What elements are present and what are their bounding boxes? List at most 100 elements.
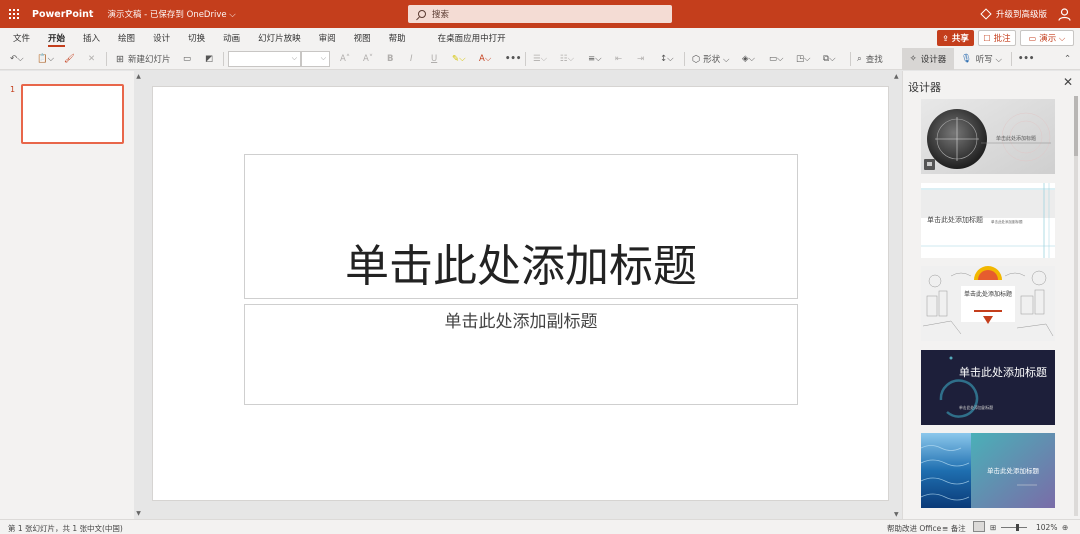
share-icon: ⇪ — [942, 33, 949, 43]
clear-icon[interactable]: ✕ — [88, 51, 95, 67]
share-button[interactable]: ⇪ 共享 — [937, 30, 974, 46]
close-icon[interactable]: ✕ — [1063, 75, 1073, 89]
design-idea-sketch[interactable]: 单击此处添加标题 — [921, 266, 1055, 341]
document-name[interactable]: 演示文稿 - 已保存到 OneDrive ⌵ — [107, 8, 235, 20]
designer-pane: 设计器 ✕ 单击此处添加标题 单击此处添加标题 单击此处添加副标题 单击此处添加… — [902, 71, 1080, 519]
decrease-indent-button[interactable]: ⇤ — [615, 51, 622, 67]
notes-label: 备注 — [950, 524, 966, 533]
font-size-select[interactable]: ⌵ — [301, 51, 330, 67]
scroll-down-icon[interactable]: ▼ — [894, 511, 899, 518]
tab-animations[interactable]: 动画 — [214, 28, 249, 48]
designer-scrollbar[interactable] — [1074, 96, 1078, 516]
line-spacing-button[interactable]: ↕⌵ — [660, 51, 674, 67]
collapse-ribbon-icon[interactable]: ⌃ — [1064, 51, 1071, 67]
shape-outline-button[interactable]: ▭⌵ — [769, 51, 783, 67]
notes-icon: ≡ — [942, 524, 949, 533]
sorter-view-icon[interactable]: ⊞ — [990, 523, 996, 532]
shapes-label: 形状 ⌵ — [703, 55, 730, 65]
tab-review[interactable]: 审阅 — [310, 28, 345, 48]
slide-thumbnail-pane: 1 — [0, 71, 146, 519]
more-font-options-button[interactable]: ••• — [505, 51, 521, 67]
fit-slide-icon[interactable]: ⊕ — [1062, 523, 1068, 532]
align-button[interactable]: ≡⌵ — [588, 51, 602, 67]
bullets-button[interactable]: ☰⌵ — [533, 51, 547, 67]
layout-icon[interactable]: ▭ — [183, 51, 191, 67]
underline-button[interactable]: U — [431, 51, 437, 67]
highlight-button[interactable]: ✎⌵ — [452, 51, 466, 67]
zoom-slider[interactable] — [1001, 527, 1027, 528]
more-commands-button[interactable]: ••• — [1018, 51, 1034, 67]
canvas-scrollbar[interactable]: ▲ ▼ — [894, 73, 900, 518]
bold-button[interactable]: B — [387, 51, 393, 67]
tab-insert[interactable]: 插入 — [74, 28, 109, 48]
designer-pane-title: 设计器 — [908, 81, 941, 94]
title-placeholder[interactable]: 单击此处添加标题 — [244, 154, 798, 299]
upgrade-button[interactable]: 升级到高级版 — [980, 0, 1048, 28]
font-family-select[interactable]: ⌵ — [228, 51, 301, 67]
open-in-desktop-link[interactable]: 在桌面应用中打开 — [429, 28, 515, 48]
shape-effects-button[interactable]: ◳⌵ — [796, 51, 810, 67]
design-idea-water[interactable]: 单击此处添加标题 — [921, 433, 1055, 508]
design-idea-dark-navy[interactable]: 单击此处添加标题 单击此处添加副标题 — [921, 350, 1055, 425]
normal-view-icon[interactable] — [973, 521, 985, 532]
title-placeholder-text: 单击此处添加标题 — [345, 241, 697, 292]
shapes-icon: ⬡ — [692, 53, 701, 65]
search-placeholder: 搜索 — [432, 10, 450, 20]
comment-icon: ☐ — [983, 33, 991, 43]
card-title: 单击此处添加标题 — [927, 215, 983, 224]
card-title: 单击此处添加标题 — [987, 466, 1040, 475]
card-title: 单击此处添加标题 — [964, 290, 1012, 298]
italic-button[interactable]: I — [410, 51, 413, 67]
scroll-up-icon[interactable]: ▲ — [894, 73, 899, 80]
dictate-button[interactable]: 🎙 听写 ⌵ — [961, 51, 1002, 67]
tab-home[interactable]: 开始 — [39, 28, 74, 48]
zoom-slider-knob[interactable] — [1016, 524, 1019, 531]
tab-view[interactable]: 视图 — [345, 28, 380, 48]
user-account-icon[interactable] — [1058, 8, 1071, 21]
tab-file[interactable]: 文件 — [4, 28, 39, 48]
feedback-link[interactable]: 帮助改进 Office — [887, 523, 941, 534]
tab-transitions[interactable]: 切换 — [179, 28, 214, 48]
design-idea-compass[interactable]: 单击此处添加标题 — [921, 99, 1055, 174]
tab-slideshow[interactable]: 幻灯片放映 — [249, 28, 310, 48]
format-painter-icon[interactable]: 🖌 — [64, 51, 75, 67]
subtitle-placeholder-text: 单击此处添加副标题 — [444, 312, 598, 332]
tab-design[interactable]: 设计 — [144, 28, 179, 48]
comments-button[interactable]: ☐ 批注 — [978, 30, 1016, 46]
notes-button[interactable]: ≡ 备注 — [942, 523, 966, 534]
increase-indent-button[interactable]: ⇥ — [637, 51, 644, 67]
shapes-button[interactable]: ⬡ 形状 ⌵ — [692, 51, 729, 67]
grow-font-button[interactable]: A˄ — [340, 51, 350, 67]
reset-slide-icon[interactable]: ◩ — [205, 51, 213, 67]
designer-wand-icon: ✧ — [909, 54, 917, 64]
shrink-font-button[interactable]: A˅ — [363, 51, 373, 67]
diamond-icon — [980, 8, 992, 20]
present-icon: ▭ — [1028, 33, 1037, 43]
subtitle-placeholder[interactable]: 单击此处添加副标题 — [244, 304, 798, 405]
microphone-icon: 🎙 — [961, 54, 972, 64]
find-button[interactable]: ⌕ 查找 — [857, 51, 883, 67]
thumb-scroll-up-icon[interactable]: ▲ — [135, 73, 142, 80]
paste-button[interactable]: 📋⌵ — [37, 51, 54, 67]
arrange-button[interactable]: ⧉⌵ — [823, 51, 836, 67]
present-button[interactable]: ▭ 演示 ⌵ — [1020, 30, 1074, 46]
new-slide-icon: ⊞ — [116, 53, 124, 65]
font-color-button[interactable]: A⌵ — [479, 51, 491, 67]
app-launcher-icon[interactable] — [0, 0, 28, 28]
card-title: 单击此处添加标题 — [959, 365, 1047, 379]
zoom-level[interactable]: 102% — [1036, 523, 1057, 532]
tab-help[interactable]: 帮助 — [380, 28, 415, 48]
designer-button[interactable]: ✧ 设计器 — [902, 48, 954, 70]
thumb-scroll-down-icon[interactable]: ▼ — [135, 510, 142, 517]
search-input[interactable]: 搜索 — [408, 5, 672, 23]
undo-button[interactable]: ↶⌵ — [10, 51, 24, 67]
new-slide-button[interactable]: ⊞ 新建幻灯片 — [116, 51, 170, 67]
numbering-button[interactable]: ☷⌵ — [560, 51, 574, 67]
design-idea-lines[interactable]: 单击此处添加标题 单击此处添加副标题 — [921, 183, 1055, 258]
app-name[interactable]: PowerPoint — [32, 9, 93, 20]
tab-draw[interactable]: 绘图 — [109, 28, 144, 48]
language-indicator[interactable]: 中文(中国) — [87, 523, 123, 534]
shape-fill-button[interactable]: ◈⌵ — [742, 51, 755, 67]
upgrade-label: 升级到高级版 — [996, 10, 1048, 20]
slide-thumbnail[interactable] — [21, 84, 124, 144]
